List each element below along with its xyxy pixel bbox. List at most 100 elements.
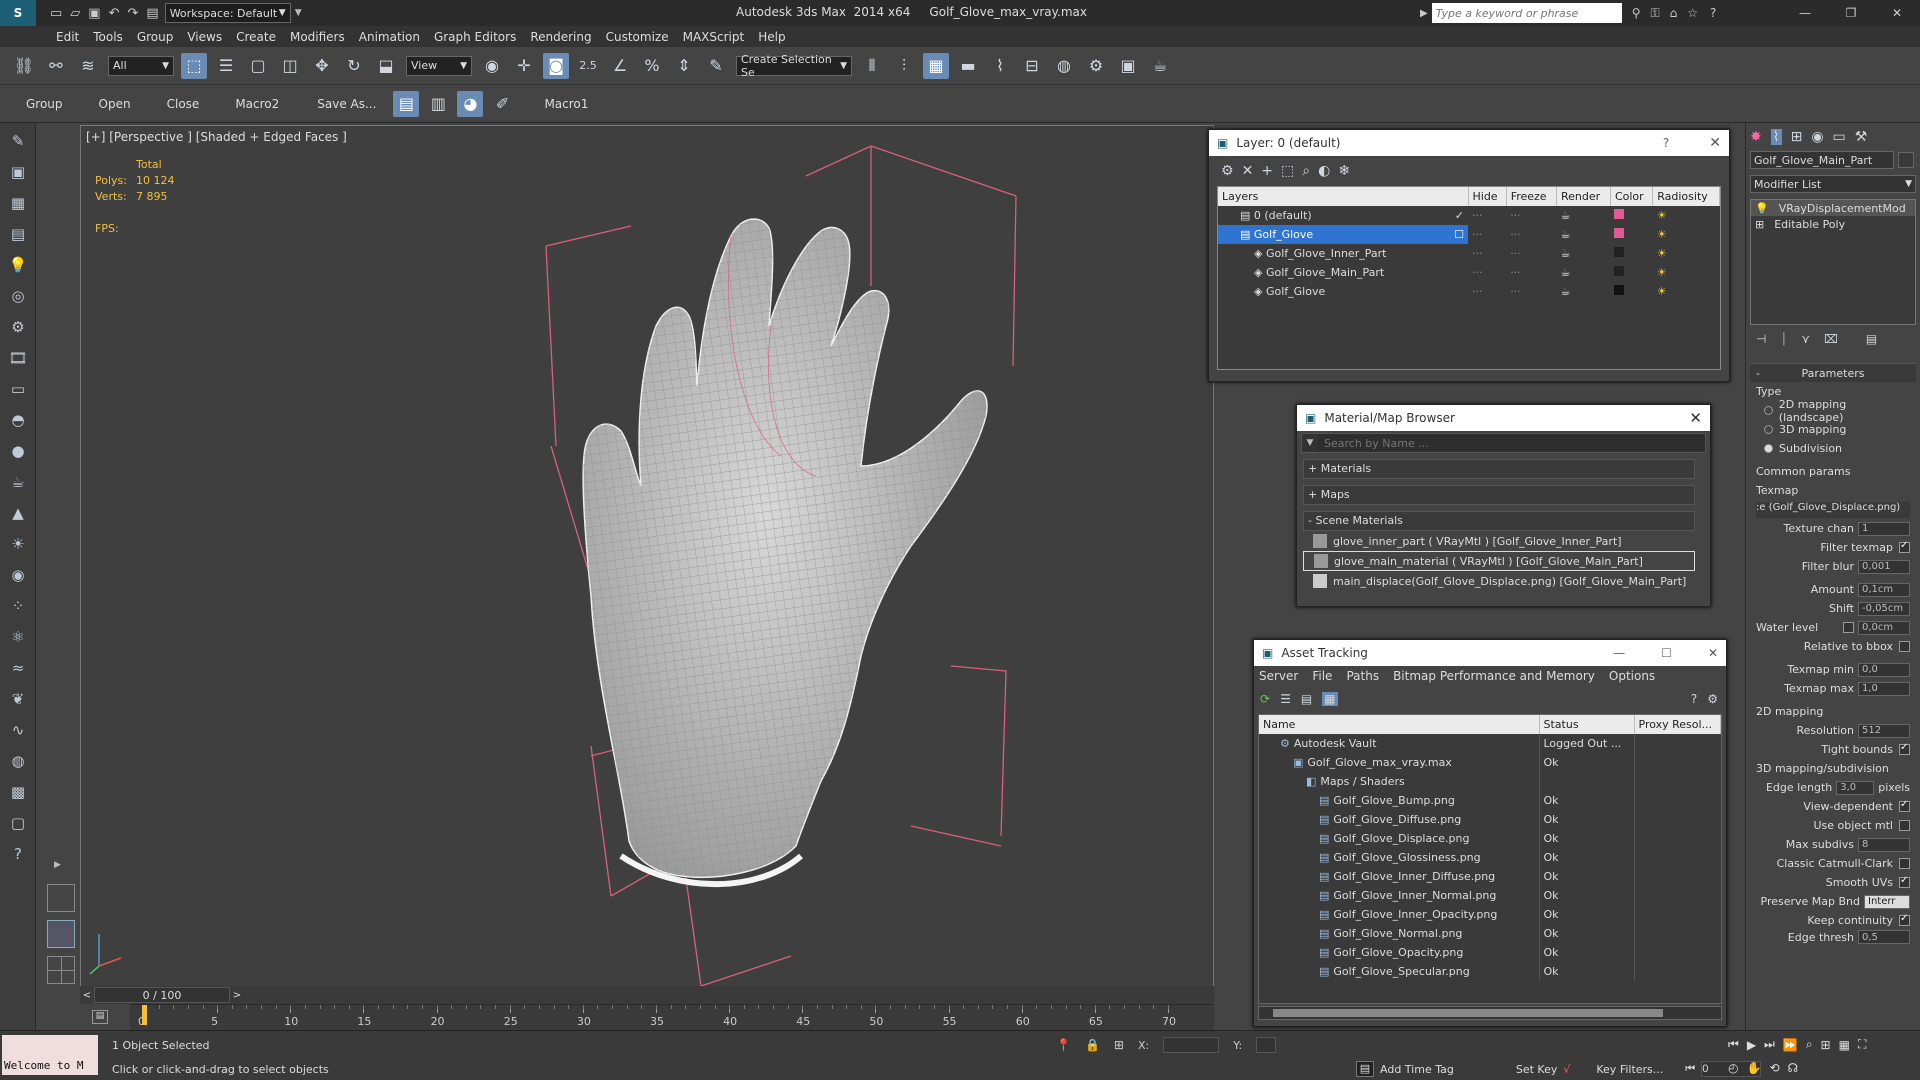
keyboard-shortcut-override-icon[interactable]: ◙	[543, 52, 569, 79]
redo-icon[interactable]: ↷	[128, 6, 139, 21]
pin-stack-icon[interactable]: ⊣	[1756, 332, 1766, 346]
dropdown-arrow-icon[interactable]: ▼	[295, 8, 302, 18]
relative-bbox-checkbox[interactable]	[1899, 641, 1910, 652]
asset-row[interactable]: ▤ Golf_Glove_Opacity.png Ok	[1259, 943, 1721, 962]
max-subdivs-spinner[interactable]: 8	[1858, 837, 1910, 852]
close-icon[interactable]: ✕	[1708, 646, 1718, 660]
add-layer-icon[interactable]: +	[1261, 163, 1273, 179]
hide-all-layers-icon[interactable]: ◐	[1318, 163, 1330, 179]
radiosity-sun-icon[interactable]: ☀	[1653, 206, 1720, 225]
modifier-stack-item[interactable]: ⊞ Editable Poly	[1751, 216, 1915, 232]
curve-editor-icon[interactable]: ⌇	[987, 53, 1013, 79]
render-teapot-icon[interactable]: ☕	[1556, 206, 1610, 225]
open-button[interactable]: Open	[99, 97, 131, 111]
close-icon[interactable]: ✕	[1689, 409, 1702, 427]
render-teapot-icon[interactable]: ☕	[1556, 244, 1610, 263]
modifier-stack-item[interactable]: 💡 VRayDisplacementMod	[1751, 200, 1915, 216]
pan-icon[interactable]: ✋	[1746, 1061, 1761, 1075]
modify-tab-icon[interactable]: ⌇	[1770, 129, 1782, 145]
mirror-icon[interactable]: ⫴	[859, 53, 885, 79]
asset-tracking-titlebar[interactable]: ▣ Asset Tracking — ☐ ✕	[1254, 640, 1726, 666]
menu-rendering[interactable]: Rendering	[530, 30, 605, 44]
keep-continuity-checkbox[interactable]	[1899, 913, 1910, 926]
absolute-mode-icon[interactable]: ⊞	[1114, 1038, 1124, 1052]
col-render[interactable]: Render	[1556, 187, 1611, 206]
freeze-toggle[interactable]: ···	[1506, 244, 1556, 263]
asset-row[interactable]: ▤ Golf_Glove_Bump.png Ok	[1259, 791, 1721, 810]
water-level-checkbox[interactable]	[1843, 622, 1854, 633]
radiosity-sun-icon[interactable]: ☀	[1653, 282, 1720, 301]
col-name[interactable]: Name	[1259, 715, 1540, 734]
trackbar[interactable]: 0510152025303540455055606570	[130, 1004, 1214, 1032]
layout-two-icon[interactable]	[47, 884, 75, 912]
asset-row[interactable]: ▤ Golf_Glove_Inner_Diffuse.png Ok	[1259, 867, 1721, 886]
layer-object-row[interactable]: ◈ Golf_Glove_Inner_Part ··· ··· ☕ ☀	[1218, 244, 1720, 263]
layer-manager-icon[interactable]: ▦	[923, 52, 949, 79]
col-freeze[interactable]: Freeze	[1506, 187, 1557, 206]
key-icon[interactable]: ⚿	[1651, 6, 1660, 21]
play-icon[interactable]: ▶	[1747, 1038, 1756, 1052]
freeze-toggle[interactable]: ···	[1506, 282, 1556, 301]
floppy-icon[interactable]: ▢	[5, 810, 31, 836]
list-view-icon[interactable]: ☰	[1280, 692, 1291, 706]
go-to-start-icon[interactable]: ⏮	[1728, 1037, 1739, 1052]
select-by-name-icon[interactable]: ☰	[213, 53, 239, 79]
y-coordinate-field[interactable]	[1256, 1037, 1277, 1053]
edit-named-selection-icon[interactable]: ✎	[703, 53, 729, 79]
orbit-icon[interactable]: ⟲	[1769, 1061, 1779, 1075]
time-tag-icon[interactable]: ▤	[1356, 1061, 1374, 1077]
community-icon[interactable]: ⌂	[1670, 6, 1678, 20]
render-teapot-icon[interactable]: ☕	[1556, 263, 1610, 282]
asset-menu-options[interactable]: Options	[1609, 669, 1655, 683]
object-name-field[interactable]	[1750, 151, 1894, 169]
brush-icon[interactable]: ✐	[489, 91, 515, 117]
layer-object-row[interactable]: ◈ Golf_Glove_Main_Part ··· ··· ☕ ☀	[1218, 263, 1720, 282]
menu-help[interactable]: Help	[758, 30, 799, 44]
classic-catmull-checkbox[interactable]	[1899, 858, 1910, 869]
layout-single-icon[interactable]	[47, 920, 75, 948]
go-to-end-icon[interactable]: ⏩	[1783, 1038, 1798, 1052]
object-color-swatch[interactable]	[1614, 285, 1625, 295]
water-level-spinner[interactable]: 0,0cm	[1858, 620, 1910, 635]
menu-group[interactable]: Group	[137, 30, 188, 44]
freeze-toggle[interactable]: ···	[1506, 263, 1556, 282]
remove-modifier-icon[interactable]: ⌧	[1824, 332, 1838, 346]
configure-sets-icon[interactable]: ▤	[1866, 332, 1877, 346]
table-view-icon[interactable]: ▦	[1322, 692, 1338, 706]
radiosity-sun-icon[interactable]: ☀	[1653, 244, 1720, 263]
color-clipboard-icon[interactable]: ◕	[457, 90, 484, 117]
teapot-icon[interactable]: ☕	[5, 469, 31, 495]
lock-icon[interactable]: 🔒	[1085, 1038, 1100, 1052]
prev-frame-icon[interactable]: <	[80, 990, 94, 1001]
expand-icon[interactable]: ⊞	[1755, 218, 1764, 231]
object-color-swatch[interactable]	[1614, 266, 1625, 276]
material-editor-icon[interactable]: ◍	[1051, 53, 1077, 79]
percent-snap-icon[interactable]: %	[639, 53, 665, 79]
ball-icon[interactable]: ◉	[5, 562, 31, 588]
refresh-icon[interactable]: ⟳	[1260, 692, 1270, 706]
minimize-icon[interactable]: —	[1782, 6, 1828, 20]
resolution-spinner[interactable]: 512	[1858, 723, 1910, 738]
help-icon[interactable]: ?	[1663, 136, 1669, 150]
motion-tab-icon[interactable]: ◉	[1811, 129, 1823, 145]
open-file-icon[interactable]: ▱	[70, 6, 80, 21]
menu-animation[interactable]: Animation	[359, 30, 434, 44]
reference-coordinate-dropdown[interactable]: View ▼	[406, 55, 472, 76]
next-key-icon[interactable]: ⏭	[1764, 1037, 1775, 1052]
radio-3d-mapping[interactable]	[1764, 425, 1773, 434]
binoculars-icon[interactable]: ⚲	[1632, 6, 1641, 20]
isolate-icon[interactable]: 📍	[1056, 1038, 1071, 1052]
asset-menu-file[interactable]: File	[1312, 669, 1332, 683]
material-search-input[interactable]	[1318, 434, 1705, 452]
radio-2d-mapping[interactable]	[1764, 406, 1773, 415]
select-in-layer-icon[interactable]: ⬚	[1281, 163, 1294, 179]
macro2-button[interactable]: Macro2	[235, 97, 279, 111]
scene-material-item[interactable]: glove_inner_part ( VRayMtl ) [Golf_Glove…	[1303, 531, 1695, 551]
menu-graph-editors[interactable]: Graph Editors	[434, 30, 530, 44]
key-filters-button[interactable]: Key Filters...	[1596, 1063, 1663, 1076]
walkthrough-icon[interactable]: ☊	[1788, 1061, 1799, 1075]
texmap-min-spinner[interactable]: 0,0	[1858, 662, 1910, 677]
menu-create[interactable]: Create	[236, 30, 290, 44]
active-layer-check-icon[interactable]: ✓	[1455, 209, 1464, 222]
asset-menu-server[interactable]: Server	[1259, 669, 1298, 683]
